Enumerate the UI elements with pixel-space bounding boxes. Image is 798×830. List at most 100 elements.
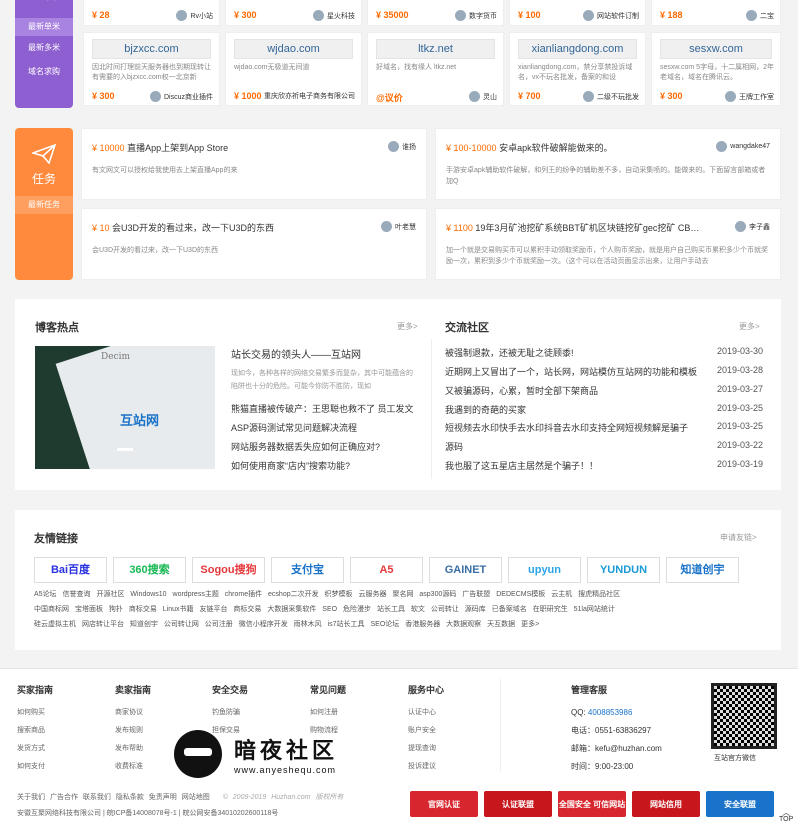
footer-link[interactable]: 钓鱼防骗 bbox=[212, 704, 248, 722]
footer-link[interactable]: 如何注册 bbox=[310, 704, 346, 722]
domain-name[interactable]: bjzxcc.com bbox=[92, 39, 211, 59]
domain-seller[interactable]: 重庆欣亦祈电子商务有限公司 bbox=[264, 91, 355, 101]
task-publisher[interactable]: 谁扬 bbox=[388, 141, 416, 152]
community-post-title[interactable]: 源码 bbox=[445, 440, 463, 453]
domain-name[interactable]: xianliangdong.com bbox=[518, 39, 637, 59]
domain-card[interactable]: ¥ 28 Rv小站 bbox=[83, 0, 220, 26]
task-card[interactable]: ¥ 10 会U3D开发的看过来，改一下U3D的东西 叶老慧 会U3D开发的看过来… bbox=[81, 208, 427, 280]
domain-card[interactable]: ¥ 300 星火科技 bbox=[225, 0, 362, 26]
domain-card[interactable]: ¥ 188 二宝 bbox=[651, 0, 781, 26]
domain-card[interactable]: ¥ 100 网站软件订制 bbox=[509, 0, 646, 26]
footer-link[interactable]: 搜索商品 bbox=[17, 722, 53, 740]
footer-link[interactable]: 如何支付 bbox=[17, 758, 53, 776]
blog-list-item[interactable]: 如何使用商家“店内”搜索功能? bbox=[231, 459, 350, 472]
service-email[interactable]: 邮箱：kefu@huzhan.com bbox=[571, 740, 662, 758]
task-publisher[interactable]: wangdake47 bbox=[716, 141, 770, 152]
domain-card[interactable]: sesxw.com sesxw.com 5字母，十二属相网，2年老域名，域名在腾… bbox=[651, 32, 781, 106]
footer-link[interactable]: 投诉建议 bbox=[408, 758, 444, 776]
footer-nav-links[interactable]: 关于我们 广告合作 联系我们 隐私条款 免责声明 网站地图 bbox=[17, 794, 210, 801]
domain-name[interactable]: sesxw.com bbox=[660, 39, 772, 59]
community-post-title[interactable]: 我遇到的奇葩的买家 bbox=[445, 403, 526, 416]
domain-card[interactable]: ¥ 35000 数字货币 bbox=[367, 0, 504, 26]
apply-link[interactable]: 申请友链> bbox=[720, 532, 757, 543]
badge-trusted-site[interactable]: 全国安全 可信网站 bbox=[558, 791, 626, 817]
domain-seller[interactable]: 数字货币 bbox=[455, 10, 497, 21]
task-card[interactable]: ¥ 10000 直播App上架到App Store 谁扬 有文网文可以授权给我使… bbox=[81, 128, 427, 200]
domain-nav-newest-single[interactable]: 最新单米 bbox=[15, 18, 73, 36]
task-publisher[interactable]: 李子鑫 bbox=[735, 221, 770, 232]
footer-link[interactable]: 发布规则 bbox=[115, 722, 151, 740]
partner-logos: Bai百度 360搜索 Sogou搜狗 支付宝 A5 GAINET upyun … bbox=[34, 557, 739, 583]
community-post-title[interactable]: 我也服了这五星店主居然是个骗子！！ bbox=[445, 459, 598, 472]
domain-seller[interactable]: Discuz商业插件 bbox=[149, 91, 213, 102]
text-links-row[interactable]: 中国商标网 宝塔面板 狗扑 商标交易 Linux书籍 友链平台 商标交易 大数据… bbox=[34, 604, 615, 614]
back-to-top-button[interactable]: ︿ TOP bbox=[779, 809, 793, 824]
text-links-row[interactable]: 硅云虚拟主机 网店转让平台 知道创宇 公司转让网 公司注册 微信小程序开发 雨林… bbox=[34, 619, 539, 629]
partner-logo-gainet[interactable]: GAINET bbox=[429, 557, 502, 583]
task-title[interactable]: ¥ 10000 直播App上架到App Store bbox=[92, 141, 228, 154]
footer-link[interactable]: 发货方式 bbox=[17, 740, 53, 758]
blog-more-link[interactable]: 更多> bbox=[397, 321, 418, 332]
domain-seller[interactable]: Rv小站 bbox=[176, 10, 213, 21]
domain-nav-wanted[interactable]: 域名求购 bbox=[15, 66, 73, 77]
community-post-title[interactable]: 又被骗源码，心累，暂时全部下架商品 bbox=[445, 384, 598, 397]
domain-card[interactable]: ltkz.net 好域名，找有缘人 ltkz.net @议价 灵山 bbox=[367, 32, 504, 106]
task-title[interactable]: ¥ 1100 19年3月矿池挖矿系统BBT矿机区块链挖矿gec挖矿 CB… bbox=[446, 221, 699, 234]
blog-list-item[interactable]: 网站服务器数据丢失应如何正确应对? bbox=[231, 440, 380, 453]
domain-card[interactable]: xianliangdong.com xianliangdong.com，禁分享禁… bbox=[509, 32, 646, 106]
task-nav-latest[interactable]: 最新任务 bbox=[15, 196, 73, 214]
footer-link[interactable]: 账户安全 bbox=[408, 722, 444, 740]
task-publisher[interactable]: 叶老慧 bbox=[381, 221, 416, 232]
task-title[interactable]: ¥ 100-10000 安卓apk软件破解能做来的。 bbox=[446, 141, 613, 154]
community-post-title[interactable]: 被强制退款，还被无耻之徒顾黍! bbox=[445, 346, 574, 359]
domain-seller[interactable]: 二宝 bbox=[746, 10, 774, 21]
blog-featured-title[interactable]: 站长交易的领头人——互站网 bbox=[231, 346, 361, 361]
avatar bbox=[716, 141, 728, 152]
task-title[interactable]: ¥ 10 会U3D开发的看过来，改一下U3D的东西 bbox=[92, 221, 274, 234]
domain-seller[interactable]: 灵山 bbox=[469, 91, 497, 102]
task-card[interactable]: ¥ 100-10000 安卓apk软件破解能做来的。 wangdake47 手游… bbox=[435, 128, 781, 200]
domain-price: ¥ 300 bbox=[660, 91, 683, 101]
partner-logo-upyun[interactable]: upyun bbox=[508, 557, 581, 583]
partner-logo-knownsec[interactable]: 知道创宇 bbox=[666, 557, 739, 583]
domain-seller[interactable]: 星火科技 bbox=[313, 10, 355, 21]
text-links-row[interactable]: A5论坛 信誉查询 开源社区 Windows10 wordpress主题 chr… bbox=[34, 589, 620, 599]
footer-link[interactable]: 收费标准 bbox=[115, 758, 151, 776]
domain-card[interactable]: wjdao.com wjdao.com无极道无间道 ¥ 1000 重庆欣亦祈电子… bbox=[225, 32, 362, 106]
domain-seller[interactable]: 王牌工作室 bbox=[725, 91, 774, 102]
footer-link[interactable]: 认证中心 bbox=[408, 704, 444, 722]
badge-security-alliance[interactable]: 安全联盟 bbox=[706, 791, 774, 817]
community-post-title[interactable]: 短视频去水印快手去水印抖音去水印支持全网短视频解是骗子 bbox=[445, 421, 688, 434]
partner-logo-yundun[interactable]: YUNDUN bbox=[587, 557, 660, 583]
huzhan-logo: 互站网 bbox=[120, 413, 160, 428]
partner-logo-alipay[interactable]: 支付宝 bbox=[271, 557, 344, 583]
site-footer: 买家指南 如何购买 搜索商品 发货方式 如何支付 卖家指南 商家协议 发布规则 … bbox=[0, 668, 798, 830]
carousel-indicator[interactable] bbox=[117, 448, 133, 451]
footer-link[interactable]: 发布帮助 bbox=[115, 740, 151, 758]
publisher-name: 叶老慧 bbox=[395, 223, 416, 231]
badge-cert-alliance[interactable]: 认证联盟 bbox=[484, 791, 552, 817]
badge-site-credit[interactable]: 网站信用 bbox=[632, 791, 700, 817]
domain-seller[interactable]: 二级不玩批发 bbox=[583, 91, 639, 102]
blog-featured-image[interactable]: Decim 互站网 bbox=[35, 346, 215, 469]
partner-logo-a5[interactable]: A5 bbox=[350, 557, 423, 583]
partner-logo-360[interactable]: 360搜索 bbox=[113, 557, 186, 583]
task-card[interactable]: ¥ 1100 19年3月矿池挖矿系统BBT矿机区块链挖矿gec挖矿 CB… 李子… bbox=[435, 208, 781, 280]
domain-nav-newest-multi[interactable]: 最新多米 bbox=[15, 42, 73, 53]
partner-logo-baidu[interactable]: Bai百度 bbox=[34, 557, 107, 583]
badge-official-cert[interactable]: 官网认证 bbox=[410, 791, 478, 817]
blog-list-item[interactable]: ASP源码测试常见问题解决流程 bbox=[231, 421, 357, 434]
partner-logo-sogou[interactable]: Sogou搜狗 bbox=[192, 557, 265, 583]
blog-list-item[interactable]: 熊猫直播被传破产：王思聪也救不了 员工发文 bbox=[231, 402, 414, 415]
domain-name[interactable]: ltkz.net bbox=[376, 39, 495, 59]
seller-name: Discuz商业插件 bbox=[163, 93, 213, 101]
qq-number-link[interactable]: 4008853986 bbox=[588, 708, 633, 717]
community-more-link[interactable]: 更多> bbox=[739, 321, 760, 332]
community-post-title[interactable]: 近期网上又冒出了一个，站长网，网站模仿互站网的功能和模板 bbox=[445, 365, 697, 378]
domain-seller[interactable]: 网站软件订制 bbox=[583, 10, 639, 21]
footer-link[interactable]: 提现查询 bbox=[408, 740, 444, 758]
domain-card[interactable]: bjzxcc.com 因北时间打理前天服务器也到期现转让有需要的入bjzxcc.… bbox=[83, 32, 220, 106]
footer-link[interactable]: 商家协议 bbox=[115, 704, 151, 722]
footer-link[interactable]: 如何购买 bbox=[17, 704, 53, 722]
domain-name[interactable]: wjdao.com bbox=[234, 39, 353, 59]
